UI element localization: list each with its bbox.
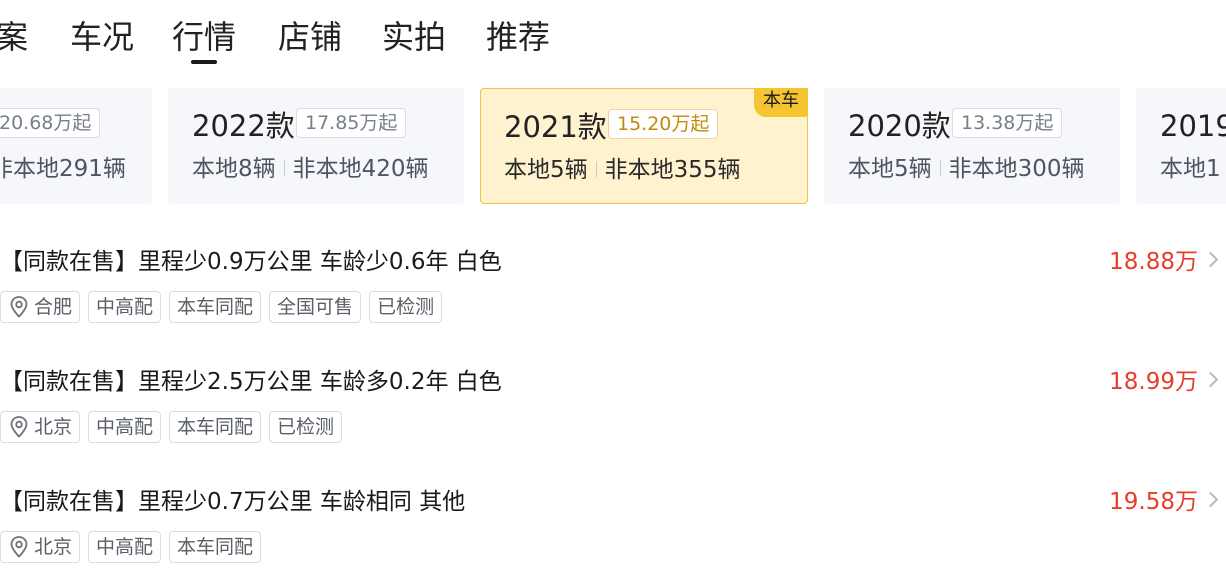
- listing-title: 【同款在售】里程少0.7万公里 车龄相同 其他: [0, 489, 466, 515]
- tag: 全国可售: [269, 291, 362, 323]
- local-count: 本地8辆: [192, 156, 276, 182]
- listing-tags: 合肥 中高配 本车同配 全国可售 已检测: [0, 291, 450, 323]
- location-tag: 北京: [0, 531, 81, 563]
- local-count: 本地1: [1160, 156, 1221, 182]
- chevron-right-icon: [1202, 371, 1219, 388]
- year-card-year: 2019: [1160, 109, 1226, 143]
- year-card-price: 17.85万起: [296, 108, 407, 138]
- chevron-right-icon: [1202, 251, 1219, 268]
- year-card-year: 2021款: [504, 110, 607, 144]
- tab-store[interactable]: 店铺: [278, 14, 342, 60]
- year-card-counts: 本地5辆 非本地300辆: [848, 152, 1085, 186]
- location-pin-icon: [10, 296, 28, 318]
- tab-market[interactable]: 行情: [172, 14, 236, 60]
- nonlocal-count: 非本地300辆: [948, 156, 1085, 182]
- year-card-price: 15.20万起: [608, 109, 719, 139]
- listing-tags: 北京 中高配 本车同配 已检测: [0, 411, 350, 443]
- current-car-badge: 本车: [754, 88, 808, 117]
- year-card-2021[interactable]: 2021款 15.20万起 本地5辆 非本地355辆 本车: [480, 88, 808, 204]
- listing-item[interactable]: 【同款在售】里程少0.9万公里 车龄少0.6年 白色 18.88万 合肥 中高配…: [0, 245, 1226, 345]
- tab-bar: 案 车况 行情 店铺 实拍 推荐: [0, 0, 1226, 70]
- tab-recommend[interactable]: 推荐: [486, 14, 550, 60]
- year-card-price: 20.68万起: [0, 108, 101, 138]
- listing-tags: 北京 中高配 本车同配: [0, 531, 269, 563]
- year-card-counts: 非本地291辆: [0, 152, 126, 186]
- divider: [283, 159, 285, 176]
- location-tag: 合肥: [0, 291, 81, 323]
- year-card-year: 2022款: [192, 109, 295, 143]
- listing-price: 18.88万: [1109, 249, 1198, 275]
- tag: 中高配: [88, 411, 162, 443]
- listing-price: 19.58万: [1109, 489, 1198, 515]
- location-pin-icon: [10, 536, 28, 558]
- year-card-2023[interactable]: 20.68万起 非本地291辆: [0, 88, 152, 204]
- tag: 中高配: [88, 531, 162, 563]
- nonlocal-count: 非本地291辆: [0, 156, 126, 182]
- model-year-cards: 20.68万起 非本地291辆 2022款 17.85万起 本地8辆 非本地420…: [0, 88, 1226, 204]
- listing-item[interactable]: 【同款在售】里程少0.7万公里 车龄相同 其他 19.58万 北京 中高配 本车…: [0, 485, 1226, 585]
- tag: 本车同配: [169, 291, 262, 323]
- year-card-2020[interactable]: 2020款 13.38万起 本地5辆 非本地300辆: [824, 88, 1120, 204]
- tag: 本车同配: [169, 531, 262, 563]
- year-card-price: 13.38万起: [952, 108, 1063, 138]
- year-card-2022[interactable]: 2022款 17.85万起 本地8辆 非本地420辆: [168, 88, 464, 204]
- local-count: 本地5辆: [848, 156, 932, 182]
- listing-price: 18.99万: [1109, 369, 1198, 395]
- tag: 已检测: [369, 291, 443, 323]
- year-card-counts: 本地8辆 非本地420辆: [192, 152, 429, 186]
- year-card-2019[interactable]: 2019 本地1: [1136, 88, 1226, 204]
- tag: 中高配: [88, 291, 162, 323]
- year-card-year: 2020款: [848, 109, 951, 143]
- year-card-counts: 本地1: [1160, 152, 1221, 186]
- listing-title: 【同款在售】里程少2.5万公里 车龄多0.2年 白色: [0, 369, 502, 395]
- listing-item[interactable]: 【同款在售】里程少2.5万公里 车龄多0.2年 白色 18.99万 北京 中高配…: [0, 365, 1226, 465]
- location-label: 北京: [34, 416, 73, 438]
- local-count: 本地5辆: [504, 157, 588, 183]
- year-card-counts: 本地5辆 非本地355辆: [504, 153, 741, 187]
- divider: [595, 160, 597, 177]
- nonlocal-count: 非本地420辆: [292, 156, 429, 182]
- location-label: 北京: [34, 536, 73, 558]
- tab-photos[interactable]: 实拍: [382, 14, 446, 60]
- listing-title: 【同款在售】里程少0.9万公里 车龄少0.6年 白色: [0, 249, 502, 275]
- tag: 已检测: [269, 411, 343, 443]
- location-tag: 北京: [0, 411, 81, 443]
- tab-archive[interactable]: 案: [0, 14, 28, 60]
- location-pin-icon: [10, 416, 28, 438]
- divider: [939, 159, 941, 176]
- nonlocal-count: 非本地355辆: [604, 157, 741, 183]
- tag: 本车同配: [169, 411, 262, 443]
- chevron-right-icon: [1202, 491, 1219, 508]
- tab-condition[interactable]: 车况: [70, 14, 134, 60]
- location-label: 合肥: [34, 296, 73, 318]
